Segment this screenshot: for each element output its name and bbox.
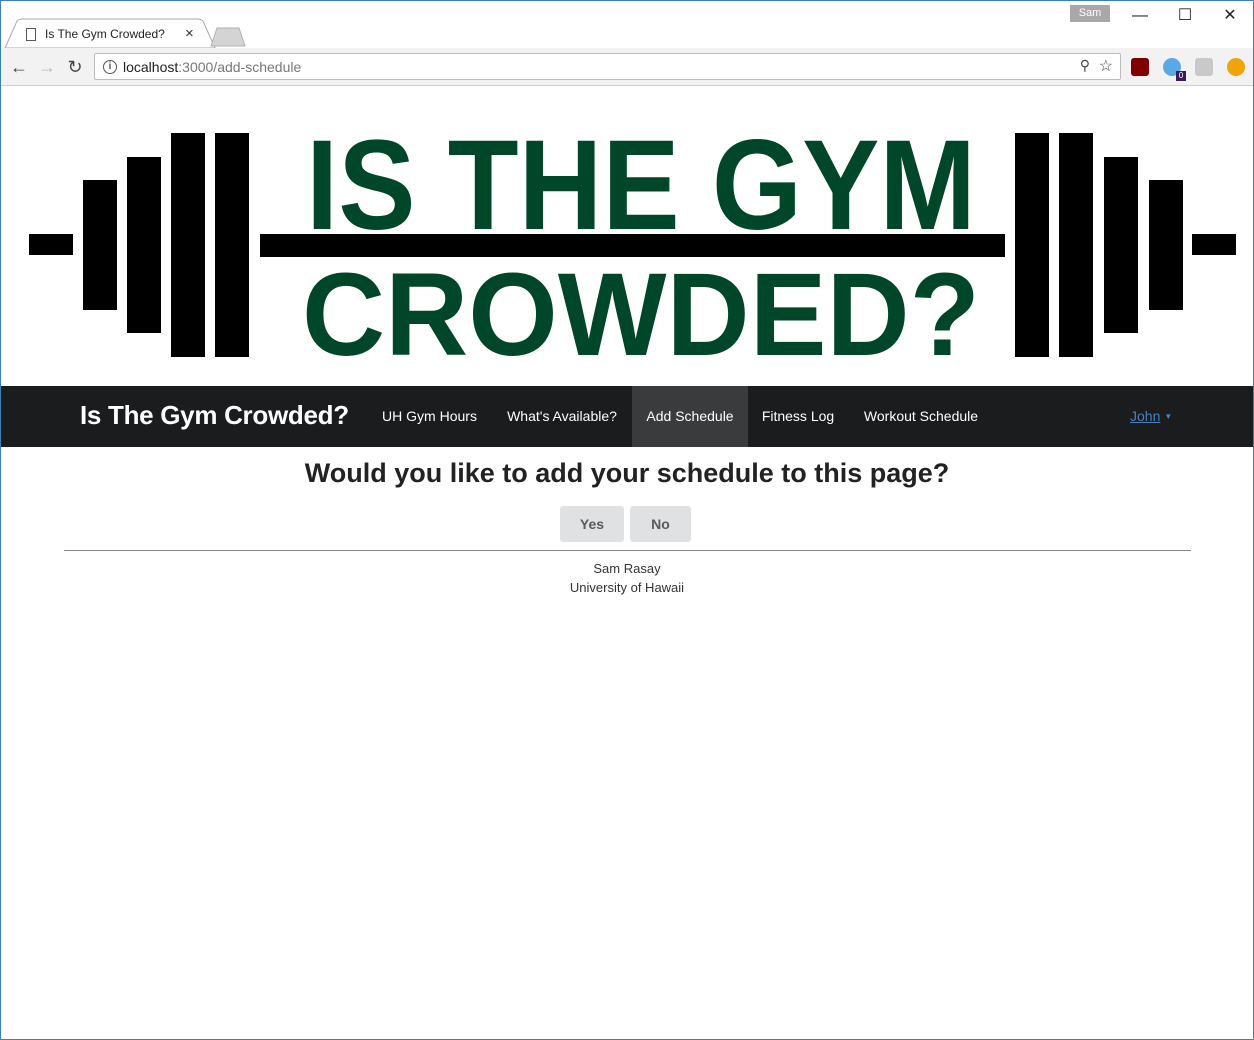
forward-arrow-icon[interactable]: → [36, 56, 58, 78]
right-plate-small [1149, 180, 1183, 310]
main-navbar: Is The Gym Crowded? UH Gym Hours What's … [1, 386, 1253, 447]
tab-strip: Is The Gym Crowded? × Sam — ☐ ✕ [1, 1, 1253, 49]
banner-line-1: IS THE GYM [306, 114, 976, 257]
browser-window: Is The Gym Crowded? × Sam — ☐ ✕ ← → ↻ i … [0, 0, 1254, 1040]
right-plate-large-2 [1059, 133, 1093, 357]
address-bar[interactable]: i localhost:3000/add-schedule ⚲ ☆ [94, 53, 1121, 80]
css-extension-icon[interactable] [1195, 58, 1213, 76]
user-name[interactable]: John [1130, 408, 1160, 424]
nav-item-whats-available[interactable]: What's Available? [492, 386, 632, 447]
new-tab-button[interactable] [209, 26, 249, 48]
footer-org: University of Hawaii [569, 580, 685, 595]
footer-name: Sam Rasay [593, 561, 661, 576]
ublock-extension-icon[interactable] [1131, 58, 1149, 76]
nav-item-add-schedule[interactable]: Add Schedule [632, 386, 748, 447]
left-bar-end [29, 234, 73, 255]
right-plate-medium [1104, 157, 1138, 333]
minimize-icon[interactable]: — [1125, 5, 1155, 27]
nav-item-workout-schedule[interactable]: Workout Schedule [848, 386, 994, 447]
page-question: Would you like to add your schedule to t… [304, 458, 950, 488]
bookmark-star-icon[interactable]: ☆ [1099, 56, 1113, 76]
browser-toolbar: ← → ↻ i localhost:3000/add-schedule ⚲ ☆ … [1, 48, 1253, 86]
banner-line-2: CROWDED? [302, 249, 980, 381]
right-plate-large [1015, 133, 1049, 357]
tab-close-icon[interactable]: × [185, 24, 194, 44]
footer-divider [64, 550, 1191, 551]
left-plate-small [83, 180, 117, 310]
reload-icon[interactable]: ↻ [64, 56, 86, 78]
extension-badge: 0 [1176, 71, 1186, 81]
alert-extension-icon[interactable] [1227, 58, 1245, 76]
caret-down-icon[interactable]: ▼ [1164, 386, 1172, 447]
nav-item-uh-gym-hours[interactable]: UH Gym Hours [367, 386, 492, 447]
url-text[interactable]: localhost:3000/add-schedule [123, 59, 301, 75]
left-plate-large-2 [215, 133, 249, 357]
maximize-icon[interactable]: ☐ [1170, 5, 1200, 27]
nav-item-fitness-log[interactable]: Fitness Log [748, 386, 848, 447]
user-menu[interactable]: John ▼ [1130, 386, 1172, 447]
close-window-icon[interactable]: ✕ [1215, 5, 1245, 27]
page-icon [26, 28, 36, 41]
page-content: IS THE GYM CROWDED? Is The Gym Crowded? … [1, 87, 1253, 1039]
brand-title[interactable]: Is The Gym Crowded? [80, 400, 349, 431]
no-button[interactable]: No [630, 506, 691, 542]
right-bar-end [1192, 234, 1236, 255]
back-arrow-icon[interactable]: ← [8, 56, 30, 78]
left-plate-medium [127, 157, 161, 333]
key-icon[interactable]: ⚲ [1080, 57, 1090, 74]
gym-logo-banner: IS THE GYM CROWDED? [29, 114, 1236, 381]
info-icon[interactable]: i [103, 60, 117, 74]
profile-badge[interactable]: Sam [1070, 5, 1110, 22]
left-plate-large [171, 133, 205, 357]
yes-button[interactable]: Yes [560, 506, 624, 542]
tab-title[interactable]: Is The Gym Crowded? [45, 27, 165, 41]
